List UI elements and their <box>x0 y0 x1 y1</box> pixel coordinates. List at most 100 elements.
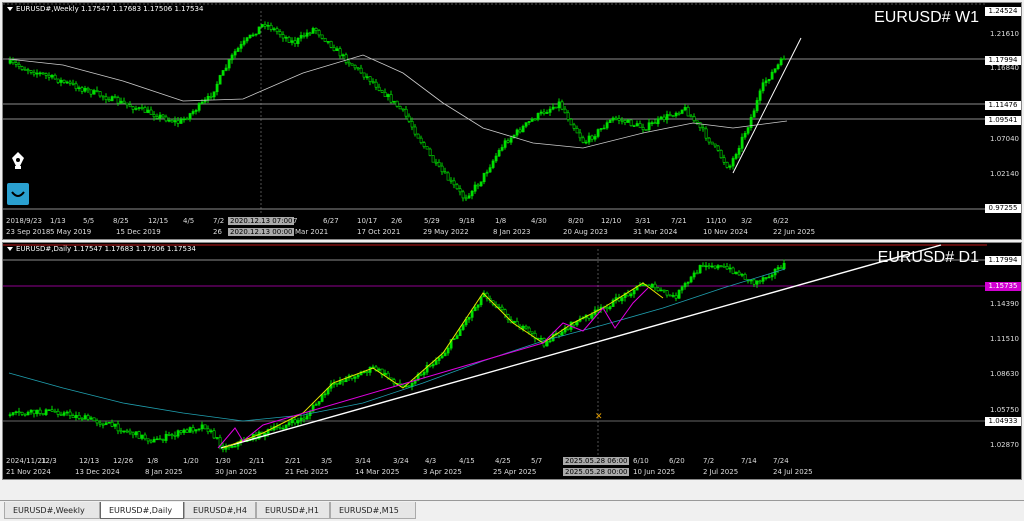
daily-time-top-4: 1/8 <box>147 457 159 465</box>
daily-candle-20 <box>68 411 72 416</box>
daily-candle-32 <box>104 422 108 426</box>
weekly-candle-13 <box>47 74 51 78</box>
weekly-candle-63 <box>197 103 201 111</box>
weekly-candle-240 <box>728 165 732 168</box>
weekly-candle-201 <box>611 117 615 121</box>
daily-price-box-2: 1.15735 <box>985 282 1021 291</box>
weekly-time-top-20: 11/10 <box>706 217 727 225</box>
weekly-candle-249 <box>755 100 759 112</box>
weekly-chart-header: EURUSD#,Weekly 1.17547 1.17683 1.17506 1… <box>7 5 203 13</box>
weekly-candle-102 <box>314 28 318 31</box>
daily-time-top-13: 4/15 <box>459 457 475 465</box>
weekly-candle-88 <box>272 28 276 31</box>
daily-time-top-5: 1/20 <box>183 457 199 465</box>
weekly-chart-canvas[interactable] <box>3 3 1022 240</box>
daily-candle-28 <box>92 417 96 422</box>
daily-candle-63 <box>197 428 201 431</box>
daily-candle-65 <box>203 424 207 430</box>
weekly-candle-133 <box>407 115 411 122</box>
weekly-candle-232 <box>704 128 708 139</box>
weekly-time-bottom-12: 22 Jun 2025 <box>773 228 816 236</box>
weekly-price-scale[interactable]: 1.24524 1.21610 1.17994 1.16840 1.11476 … <box>985 3 1021 239</box>
weekly-time-top-6: 7/2 <box>213 217 225 225</box>
weekly-candle-84 <box>260 24 264 28</box>
daily-candle-99 <box>305 415 309 420</box>
daily-candle-146 <box>446 347 450 354</box>
weekly-candle-243 <box>737 148 741 155</box>
weekly-candle-43 <box>137 107 141 109</box>
tab-eurusd-weekly[interactable]: EURUSD#,Weekly <box>4 502 100 519</box>
daily-candle-19 <box>65 411 69 414</box>
weekly-candle-219 <box>665 114 669 120</box>
weekly-candle-46 <box>146 109 150 113</box>
daily-candle-186 <box>566 327 570 330</box>
daily-candle-90 <box>278 427 282 429</box>
daily-candle-0 <box>8 414 12 416</box>
weekly-candle-222 <box>674 112 678 117</box>
weekly-candle-28 <box>92 90 96 95</box>
daily-candle-173 <box>527 327 531 333</box>
daily-candle-221 <box>671 295 675 297</box>
weekly-time-bottom-5: Mar 2021 <box>295 228 329 236</box>
daily-chart-panel[interactable]: ✕ EURUSD#,Daily 1.17547 1.17683 1.17506 … <box>2 242 1022 480</box>
weekly-chart-panel[interactable]: EURUSD#,Weekly 1.17547 1.17683 1.17506 1… <box>2 2 1022 240</box>
weekly-candle-236 <box>716 145 720 151</box>
weekly-time-axis[interactable]: 2018/9/23 1/13 5/5 8/25 12/15 4/5 7/2 2020.12.1… <box>3 215 983 239</box>
daily-candle-55 <box>173 435 177 437</box>
weekly-candle-145 <box>443 171 447 174</box>
pen-tool-icon[interactable] <box>7 149 29 171</box>
weekly-candle-196 <box>596 129 600 137</box>
daily-symbol-label: EURUSD# D1 <box>877 249 979 266</box>
daily-candle-242 <box>734 271 738 274</box>
weekly-candle-38 <box>122 100 126 104</box>
weekly-candle-176 <box>536 113 540 120</box>
weekly-time-top-5: 4/5 <box>183 217 195 225</box>
weekly-time-top-21: 3/2 <box>741 217 753 225</box>
daily-candle-11 <box>41 413 45 415</box>
weekly-candle-114 <box>350 63 354 66</box>
weekly-candle-159 <box>485 171 489 174</box>
daily-candle-62 <box>194 429 198 432</box>
weekly-candle-167 <box>509 137 513 143</box>
daily-candle-14 <box>50 409 54 412</box>
smile-tool-icon[interactable] <box>7 183 29 205</box>
weekly-candle-189 <box>575 128 579 134</box>
daily-candle-23 <box>77 415 81 419</box>
weekly-candle-172 <box>524 122 528 127</box>
weekly-candle-174 <box>530 118 534 122</box>
weekly-candle-69 <box>215 83 219 93</box>
weekly-time-top-0: 2018/9/23 <box>6 217 42 225</box>
tab-eurusd-m15[interactable]: EURUSD#,M15 <box>330 502 416 519</box>
weekly-candle-36 <box>116 97 120 104</box>
daily-time-top-18: 6/20 <box>669 457 685 465</box>
weekly-candle-22 <box>74 83 78 89</box>
tab-eurusd-h1[interactable]: EURUSD#,H1 <box>256 502 330 519</box>
daily-chart-canvas[interactable]: ✕ <box>3 243 1022 480</box>
tab-eurusd-daily[interactable]: EURUSD#,Daily <box>100 502 184 519</box>
weekly-candle-124 <box>380 90 384 93</box>
weekly-candle-211 <box>641 127 645 130</box>
weekly-candle-91 <box>281 34 285 39</box>
daily-candle-243 <box>737 271 741 276</box>
daily-time-axis[interactable]: 2024/11/21 12/3 12/13 12/26 1/8 1/20 1/30 2/11 2… <box>3 455 983 479</box>
daily-candle-12 <box>44 409 48 415</box>
tab-eurusd-h4[interactable]: EURUSD#,H4 <box>184 502 256 519</box>
daily-time-bottom-0: 21 Nov 2024 <box>6 468 51 476</box>
weekly-time-bottom-7: 29 May 2022 <box>423 228 469 236</box>
weekly-time-bottom-9: 20 Aug 2023 <box>563 228 608 236</box>
weekly-time-bottom-1: 5 May 2019 <box>50 228 92 236</box>
weekly-candle-208 <box>632 125 636 127</box>
daily-candle-50 <box>158 438 162 441</box>
weekly-candle-64 <box>200 101 204 104</box>
weekly-candle-60 <box>188 113 192 120</box>
daily-candle-228 <box>692 272 696 278</box>
weekly-candle-83 <box>257 26 261 35</box>
weekly-candle-47 <box>149 109 153 115</box>
daily-candle-230 <box>698 265 702 274</box>
weekly-candle-141 <box>431 155 435 163</box>
weekly-candle-92 <box>284 36 288 39</box>
weekly-time-top-12: 5/29 <box>424 217 440 225</box>
daily-price-scale[interactable]: 1.17994 1.15735 1.14390 1.11510 1.08630 … <box>985 243 1021 479</box>
weekly-candle-205 <box>623 120 627 123</box>
daily-price-box-1: 1.17994 <box>985 256 1021 265</box>
